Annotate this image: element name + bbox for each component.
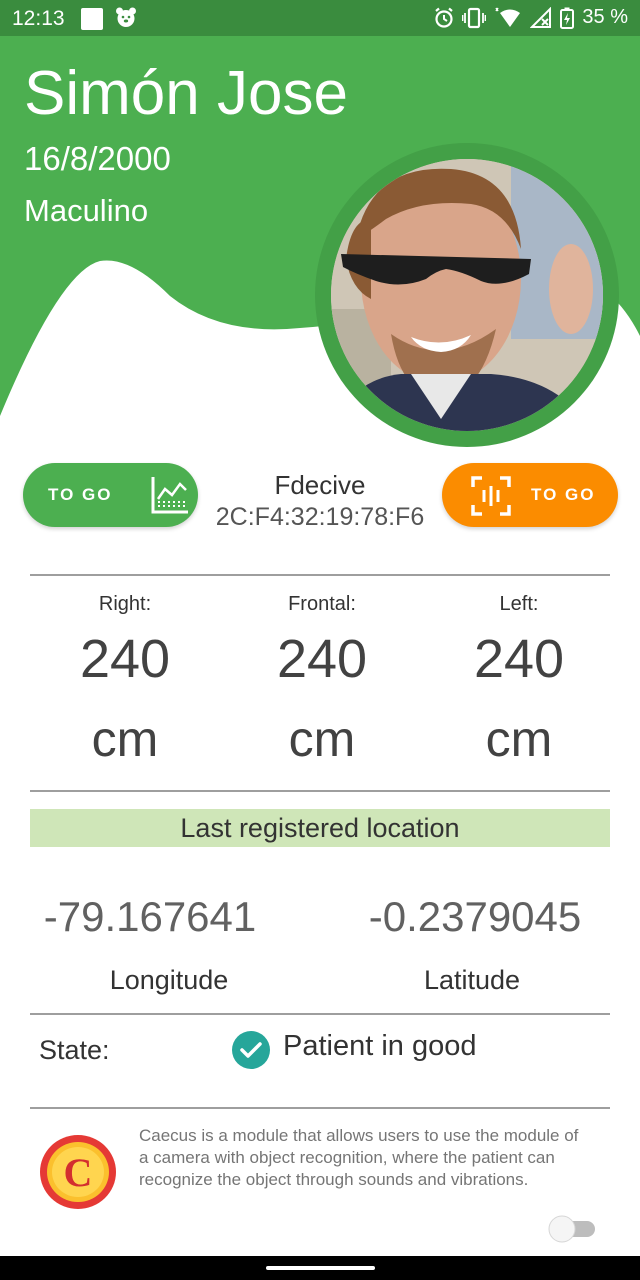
distance-value: 240 — [276, 629, 368, 689]
patient-gender: Maculino — [24, 193, 149, 228]
distance-label: Frontal: — [288, 593, 356, 615]
chart-go-button[interactable]: TO GO — [23, 463, 198, 527]
distance-unit: cm — [91, 711, 159, 767]
patient-birth-date: 16/8/2000 — [24, 140, 171, 177]
distance-left: Left: 240 cm — [419, 593, 619, 768]
device-title: Fdecive — [274, 470, 366, 500]
latitude-label: Latitude — [423, 965, 521, 995]
distance-value: 240 — [79, 629, 171, 689]
state-label: State: — [39, 1035, 110, 1065]
signal-icon — [530, 6, 552, 28]
location-banner: Last registered location — [30, 809, 610, 847]
divider — [30, 574, 610, 576]
distance-frontal: Frontal: 240 cm — [222, 593, 422, 768]
device-mac-address: 2C:F4:32:19:78:F6 — [215, 503, 425, 531]
bear-app-icon — [116, 7, 136, 27]
avatar-portrait-image — [331, 159, 603, 431]
check-circle-icon — [232, 1031, 270, 1069]
scan-go-button[interactable]: TO GO — [442, 463, 618, 527]
longitude-label: Longitude — [109, 965, 229, 995]
battery-percent: 35 % — [582, 6, 628, 28]
battery-icon — [560, 7, 575, 29]
latitude-value: -0.2379045 — [368, 893, 582, 940]
patient-name: Simón Jose — [24, 59, 348, 128]
divider — [30, 1013, 610, 1015]
distance-unit: cm — [485, 711, 553, 767]
alarm-icon — [435, 7, 454, 28]
chart-icon — [151, 477, 188, 514]
longitude-value: -79.167641 — [43, 893, 257, 940]
module-toggle-switch[interactable] — [547, 1214, 597, 1244]
distance-unit: cm — [288, 711, 356, 767]
distance-label: Right: — [98, 593, 152, 615]
vibrate-icon — [462, 7, 487, 28]
distance-label: Left: — [499, 593, 539, 615]
wifi-icon — [495, 7, 521, 27]
distance-value: 240 — [473, 629, 565, 689]
divider — [30, 790, 610, 792]
chart-go-label: TO GO — [48, 485, 113, 504]
logo-letter: C — [64, 1150, 93, 1195]
home-gesture-handle[interactable] — [266, 1266, 375, 1270]
state-value: Patient in good — [283, 1030, 477, 1062]
status-bar: 12:13 35 % — [0, 0, 640, 36]
module-description: Caecus is a module that allows users to … — [139, 1126, 579, 1189]
navigation-bar — [0, 1256, 640, 1280]
scan-go-label: TO GO — [531, 485, 596, 504]
caecus-logo: C — [40, 1135, 116, 1209]
notification-square-icon — [81, 8, 103, 30]
scan-icon — [471, 476, 511, 516]
divider — [30, 1107, 610, 1109]
status-time: 12:13 — [12, 7, 65, 30]
avatar — [331, 159, 603, 431]
distance-right: Right: 240 cm — [25, 593, 225, 768]
